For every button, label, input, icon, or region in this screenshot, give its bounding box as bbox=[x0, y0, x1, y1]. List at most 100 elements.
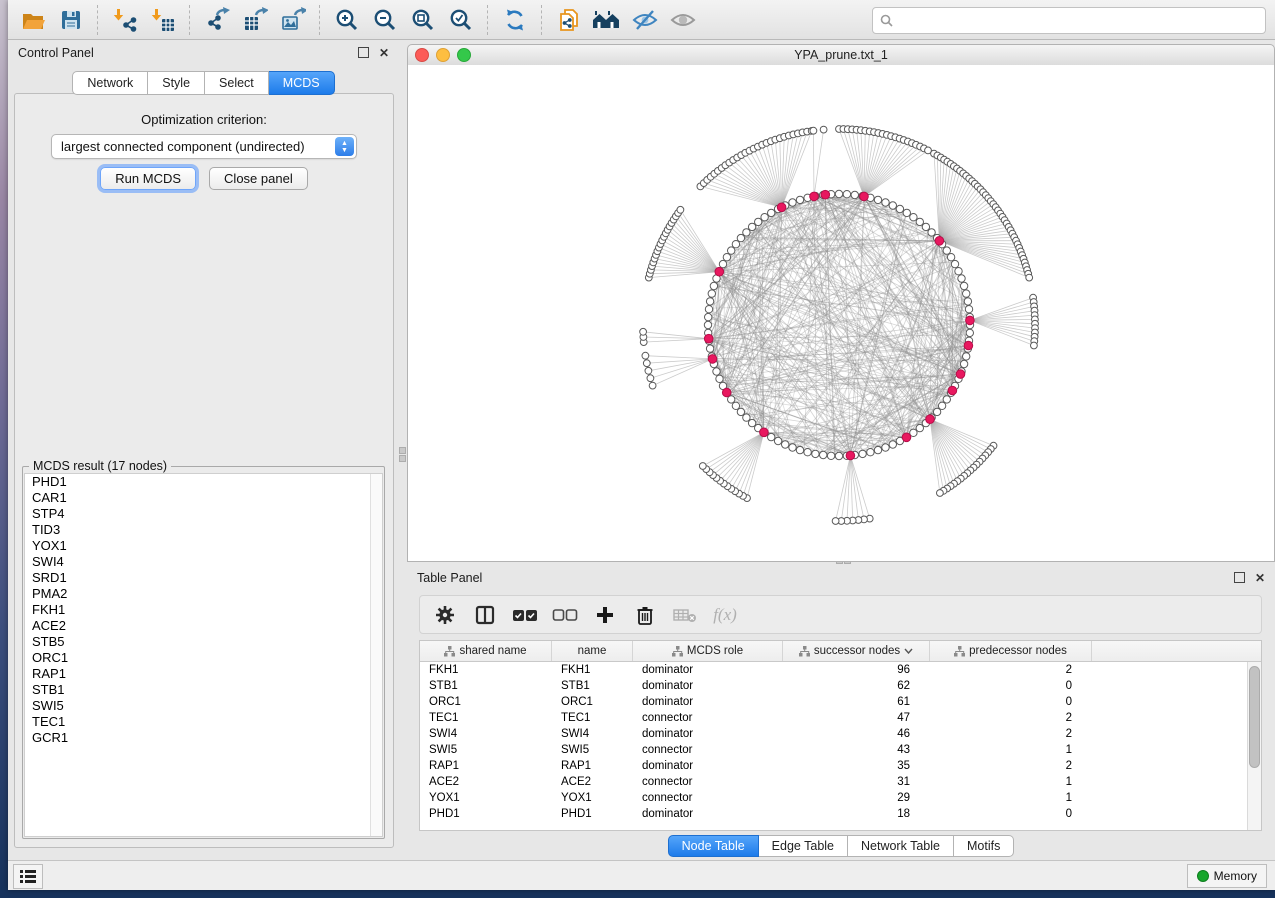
network-node[interactable] bbox=[728, 247, 735, 254]
network-node[interactable] bbox=[937, 490, 944, 497]
mcds-node[interactable] bbox=[777, 203, 786, 212]
criterion-dropdown[interactable]: largest connected component (undirected)… bbox=[51, 134, 357, 159]
network-node[interactable] bbox=[951, 260, 958, 267]
mcds-result-item[interactable]: PHD1 bbox=[25, 474, 382, 490]
run-mcds-button[interactable]: Run MCDS bbox=[100, 167, 196, 190]
network-node[interactable] bbox=[943, 247, 950, 254]
mcds-node[interactable] bbox=[722, 388, 731, 397]
float-table-panel-button[interactable] bbox=[1234, 572, 1245, 585]
show-panel-button[interactable] bbox=[664, 4, 702, 36]
network-node[interactable] bbox=[835, 452, 842, 459]
mcds-node[interactable] bbox=[704, 334, 713, 343]
export-image-button[interactable] bbox=[274, 4, 312, 36]
network-node[interactable] bbox=[827, 452, 834, 459]
mcds-result-item[interactable]: ORC1 bbox=[25, 650, 382, 666]
add-column-button[interactable] bbox=[590, 601, 620, 629]
mcds-result-item[interactable]: SRD1 bbox=[25, 570, 382, 586]
houses-button[interactable] bbox=[588, 4, 626, 36]
network-node[interactable] bbox=[889, 441, 896, 448]
network-node[interactable] bbox=[737, 234, 744, 241]
mcds-result-item[interactable]: YOX1 bbox=[25, 538, 382, 554]
network-node[interactable] bbox=[796, 196, 803, 203]
network-node[interactable] bbox=[645, 367, 652, 374]
network-node[interactable] bbox=[789, 444, 796, 451]
table-row[interactable]: FKH1FKH1dominator962 bbox=[420, 662, 1261, 678]
mcds-result-item[interactable]: CAR1 bbox=[25, 490, 382, 506]
network-node[interactable] bbox=[889, 202, 896, 209]
mcds-node[interactable] bbox=[810, 192, 819, 201]
tab-motifs[interactable]: Motifs bbox=[954, 835, 1014, 857]
vertical-splitter-handle[interactable] bbox=[399, 455, 406, 462]
export-network-button[interactable] bbox=[198, 4, 236, 36]
network-node[interactable] bbox=[748, 419, 755, 426]
mcds-node[interactable] bbox=[760, 428, 769, 437]
deselect-all-button[interactable] bbox=[550, 601, 580, 629]
mcds-node[interactable] bbox=[821, 190, 830, 199]
show-columns-button[interactable] bbox=[470, 601, 500, 629]
network-canvas[interactable] bbox=[407, 65, 1275, 562]
memory-button[interactable]: Memory bbox=[1187, 864, 1267, 888]
network-node[interactable] bbox=[743, 229, 750, 236]
show-task-history-button[interactable] bbox=[13, 864, 43, 889]
network-node[interactable] bbox=[820, 451, 827, 458]
float-panel-button[interactable] bbox=[358, 47, 369, 60]
network-node[interactable] bbox=[922, 223, 929, 230]
column-header-successor-nodes[interactable]: successor nodes bbox=[783, 641, 930, 661]
column-header-mcds-role[interactable]: MCDS role bbox=[633, 641, 783, 661]
network-node[interactable] bbox=[796, 446, 803, 453]
mcds-result-item[interactable]: TEC1 bbox=[25, 714, 382, 730]
network-node[interactable] bbox=[903, 209, 910, 216]
network-node[interactable] bbox=[782, 441, 789, 448]
network-node[interactable] bbox=[874, 446, 881, 453]
network-node[interactable] bbox=[859, 450, 866, 457]
network-node[interactable] bbox=[774, 437, 781, 444]
network-node[interactable] bbox=[719, 260, 726, 267]
zoom-in-button[interactable] bbox=[328, 4, 366, 36]
network-node[interactable] bbox=[649, 382, 656, 389]
zoom-selected-button[interactable] bbox=[442, 4, 480, 36]
zoom-fit-button[interactable] bbox=[404, 4, 442, 36]
network-node[interactable] bbox=[743, 414, 750, 421]
network-node[interactable] bbox=[851, 191, 858, 198]
import-table-button[interactable] bbox=[144, 4, 182, 36]
mcds-result-item[interactable]: STP4 bbox=[25, 506, 382, 522]
clone-network-button[interactable] bbox=[550, 4, 588, 36]
tab-edge-table[interactable]: Edge Table bbox=[759, 835, 848, 857]
network-node[interactable] bbox=[748, 223, 755, 230]
mcds-node[interactable] bbox=[708, 355, 717, 364]
mcds-node[interactable] bbox=[956, 370, 965, 379]
mcds-node[interactable] bbox=[948, 386, 957, 395]
network-node[interactable] bbox=[812, 450, 819, 457]
table-row[interactable]: ACE2ACE2connector311 bbox=[420, 774, 1261, 790]
network-node[interactable] bbox=[916, 424, 923, 431]
mcds-result-item[interactable]: SWI5 bbox=[25, 698, 382, 714]
network-node[interactable] bbox=[835, 190, 842, 197]
network-node[interactable] bbox=[867, 449, 874, 456]
table-row[interactable]: ORC1ORC1dominator610 bbox=[420, 694, 1261, 710]
table-row[interactable]: RAP1RAP1dominator352 bbox=[420, 758, 1261, 774]
network-node[interactable] bbox=[882, 199, 889, 206]
tab-network[interactable]: Network bbox=[72, 71, 148, 95]
network-node[interactable] bbox=[706, 345, 713, 352]
table-row[interactable]: SWI5SWI5connector431 bbox=[420, 742, 1261, 758]
open-file-button[interactable] bbox=[14, 4, 52, 36]
hide-panel-button[interactable] bbox=[626, 4, 664, 36]
network-node[interactable] bbox=[647, 375, 654, 382]
mcds-result-item[interactable]: ACE2 bbox=[25, 618, 382, 634]
network-node[interactable] bbox=[723, 254, 730, 261]
network-node[interactable] bbox=[964, 298, 971, 305]
network-node[interactable] bbox=[699, 463, 706, 470]
search-field[interactable] bbox=[872, 7, 1266, 34]
network-node[interactable] bbox=[705, 313, 712, 320]
tab-select[interactable]: Select bbox=[205, 71, 269, 95]
network-node[interactable] bbox=[843, 191, 850, 198]
network-node[interactable] bbox=[1031, 342, 1038, 349]
network-node[interactable] bbox=[732, 241, 739, 248]
mcds-node[interactable] bbox=[964, 341, 973, 350]
network-node[interactable] bbox=[708, 290, 715, 297]
network-node[interactable] bbox=[755, 218, 762, 225]
network-node[interactable] bbox=[965, 306, 972, 313]
column-header-name[interactable]: name bbox=[552, 641, 633, 661]
network-node[interactable] bbox=[643, 360, 650, 367]
network-node[interactable] bbox=[896, 205, 903, 212]
